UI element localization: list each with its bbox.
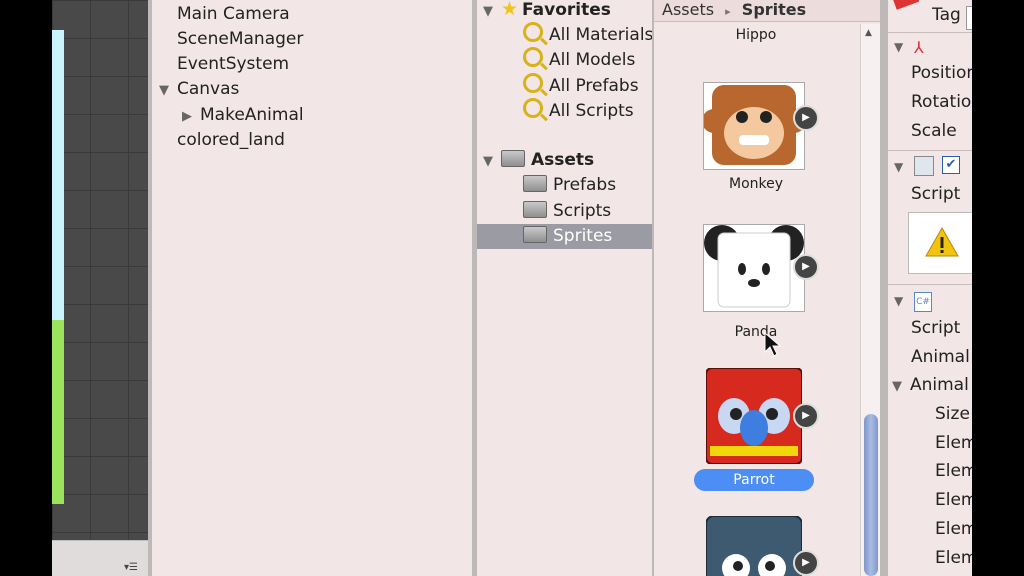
hierarchy-item-main-camera[interactable]: Main Camera xyxy=(177,2,290,27)
play-icon[interactable]: ▶ xyxy=(793,550,819,576)
breadcrumb-assets[interactable]: Assets xyxy=(662,0,714,19)
folder-scripts[interactable]: Scripts xyxy=(523,199,611,224)
panel-divider[interactable] xyxy=(880,0,888,576)
sprite-label-panda[interactable]: Panda xyxy=(656,324,856,340)
sprite-label-parrot[interactable]: Parrot xyxy=(694,469,814,491)
folder-icon xyxy=(523,226,547,243)
hierarchy-item-makeanimal[interactable]: ▶ MakeAnimal xyxy=(182,103,304,128)
penguin-icon xyxy=(705,515,803,576)
breadcrumb-sprites[interactable]: Sprites xyxy=(742,0,806,19)
component1-script-label: Script xyxy=(911,184,961,204)
lines-icon[interactable]: ▾☰ xyxy=(124,562,138,573)
hierarchy-panel: Main Camera SceneManager EventSystem ▼ Ca… xyxy=(152,0,472,576)
array-element-label: Elem xyxy=(935,433,972,453)
hierarchy-item-label: colored_land xyxy=(177,130,285,150)
sprite-thumb-penguin[interactable] xyxy=(705,515,803,576)
panda-icon xyxy=(704,225,804,308)
folder-prefabs[interactable]: Prefabs xyxy=(523,173,616,198)
triangle-down-icon[interactable]: ▼ xyxy=(894,294,903,308)
assets-header[interactable]: ▼ Assets xyxy=(483,148,594,173)
favorite-all-models[interactable]: All Models xyxy=(523,47,635,72)
hierarchy-item-label: SceneManager xyxy=(177,29,304,49)
array-element-label: Elem xyxy=(935,548,972,568)
component2-animal-array[interactable]: ▼ Animal xyxy=(892,372,969,398)
sprites-panel: Assets ▸ Sprites Hippo ▶ Monkey ▶ Panda xyxy=(654,0,880,576)
tag-label: Tag xyxy=(932,5,961,25)
play-icon[interactable]: ▶ xyxy=(793,254,819,280)
search-icon xyxy=(523,47,543,67)
scene-footer: ▾☰ xyxy=(52,540,148,576)
triangle-right-icon[interactable]: ▶ xyxy=(182,104,200,129)
favorite-all-scripts[interactable]: All Scripts xyxy=(523,98,634,123)
component-icon xyxy=(914,156,934,176)
hierarchy-item-label: Main Camera xyxy=(177,4,290,24)
sprite-thumb-monkey[interactable] xyxy=(702,82,806,170)
transform-icon: ⅄ xyxy=(914,38,924,57)
triangle-down-icon[interactable]: ▼ xyxy=(483,149,501,174)
scene-sky xyxy=(52,30,64,320)
cursor-icon xyxy=(764,332,782,357)
breadcrumb-separator-icon: ▸ xyxy=(725,5,731,18)
triangle-down-icon[interactable]: ▼ xyxy=(894,40,903,54)
component2-animal-field: Animal xyxy=(911,347,970,367)
monkey-icon xyxy=(702,85,806,165)
hierarchy-item-label: MakeAnimal xyxy=(200,105,304,125)
search-icon xyxy=(523,98,543,118)
gameobject-icon xyxy=(892,0,920,10)
favorites-header[interactable]: ▼ ★ Favorites xyxy=(483,0,611,22)
array-element-label: Elem xyxy=(935,490,972,510)
folder-icon xyxy=(501,150,525,167)
right-border xyxy=(972,0,1024,576)
csharp-script-icon: C# xyxy=(914,292,932,312)
hierarchy-item-canvas[interactable]: ▼ Canvas xyxy=(159,77,239,102)
sprite-label-monkey[interactable]: Monkey xyxy=(656,176,856,192)
triangle-down-icon[interactable]: ▼ xyxy=(159,78,177,103)
scene-land xyxy=(52,320,64,504)
triangle-down-icon[interactable]: ▼ xyxy=(483,0,501,24)
sprite-label-hippo[interactable]: Hippo xyxy=(656,27,856,43)
folder-icon xyxy=(523,201,547,218)
hierarchy-item-label: Canvas xyxy=(177,79,240,99)
transform-rotation-label: Rotation xyxy=(911,92,972,112)
enabled-checkbox[interactable]: ✔ xyxy=(942,156,960,174)
triangle-down-icon[interactable]: ▼ xyxy=(894,160,903,174)
play-icon[interactable]: ▶ xyxy=(793,403,819,429)
array-element-label: Elem xyxy=(935,519,972,539)
scrollbar-thumb[interactable] xyxy=(864,414,878,576)
folder-sprites[interactable]: Sprites xyxy=(477,224,652,249)
transform-scale-label: Scale xyxy=(911,121,957,141)
separator xyxy=(888,32,972,33)
left-border xyxy=(0,0,52,576)
scene-view[interactable]: ▾☰ xyxy=(52,0,148,576)
favorite-all-materials[interactable]: All Materials xyxy=(523,22,653,47)
separator xyxy=(888,150,972,151)
hierarchy-item-label: EventSystem xyxy=(177,54,290,74)
project-tree: ▼ ★ Favorites All Materials All Models All… xyxy=(477,0,653,576)
component2-script-label: Script xyxy=(911,318,961,338)
sprite-thumb-parrot[interactable] xyxy=(705,367,803,465)
array-size-label: Size xyxy=(935,404,970,424)
play-icon[interactable]: ▶ xyxy=(793,105,819,131)
parrot-icon xyxy=(705,367,803,465)
hierarchy-item-scenemanager[interactable]: SceneManager xyxy=(177,27,303,52)
hierarchy-item-eventsystem[interactable]: EventSystem xyxy=(177,52,289,77)
sprites-scrollbar[interactable]: ▲ xyxy=(860,24,880,576)
favorite-all-prefabs[interactable]: All Prefabs xyxy=(523,73,639,98)
warning-box xyxy=(908,212,972,274)
array-element-label: Elem xyxy=(935,461,972,481)
triangle-down-icon[interactable]: ▼ xyxy=(892,374,910,400)
hierarchy-item-colored-land[interactable]: colored_land xyxy=(177,128,285,153)
star-icon: ★ xyxy=(501,0,519,20)
sprite-thumb-panda[interactable] xyxy=(703,224,805,312)
separator xyxy=(888,284,972,285)
folder-icon xyxy=(523,175,547,192)
search-icon xyxy=(523,22,543,42)
inspector-panel: Tag ▼ ⅄ Position Rotation Scale ▼ ✔ Scri… xyxy=(888,0,972,576)
search-icon xyxy=(523,73,543,93)
breadcrumb: Assets ▸ Sprites xyxy=(654,0,880,22)
warning-icon xyxy=(925,227,959,257)
scroll-up-icon[interactable]: ▲ xyxy=(865,28,872,38)
transform-position-label: Position xyxy=(911,63,972,83)
